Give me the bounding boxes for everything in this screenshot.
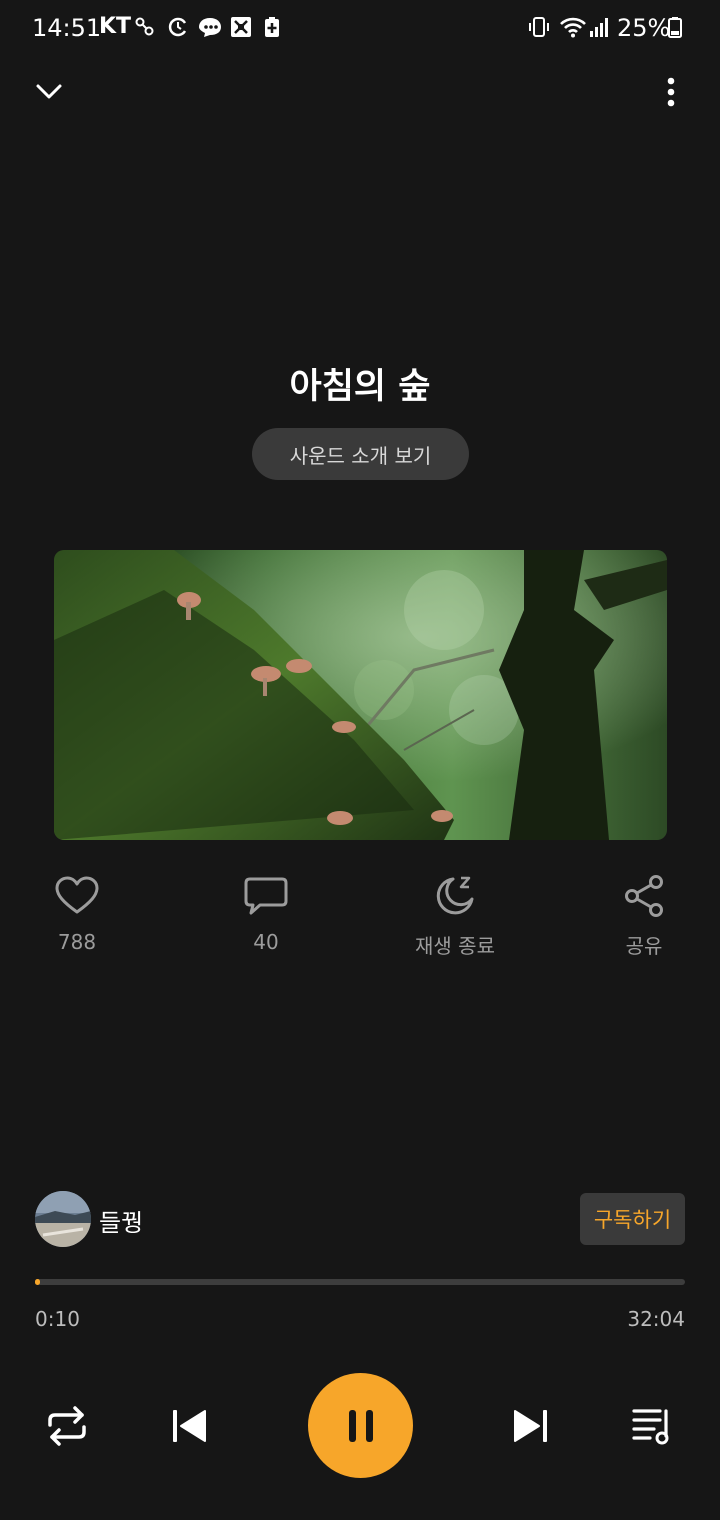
like-button[interactable]: 788	[17, 872, 137, 954]
like-count: 788	[57, 930, 97, 954]
comment-icon	[244, 877, 288, 915]
battery-icon	[668, 17, 682, 38]
collapse-button[interactable]	[28, 74, 70, 110]
photo-icon	[231, 17, 251, 37]
share-button[interactable]: 공유	[584, 872, 704, 959]
track-artwork	[54, 550, 667, 840]
pause-button[interactable]	[308, 1373, 413, 1478]
wifi-icon	[560, 17, 586, 38]
creator-avatar[interactable]	[35, 1191, 91, 1247]
skip-next-icon	[514, 1410, 547, 1442]
battery-percentage: 25%	[617, 14, 671, 42]
status-bar: 14:51 KT 25%	[0, 0, 720, 58]
sleep-timer-button[interactable]: 재생 종료	[395, 872, 515, 959]
creator-name[interactable]: 들꿩	[99, 1203, 143, 1238]
repeat-button[interactable]	[44, 1403, 90, 1449]
playlist-button[interactable]	[630, 1403, 676, 1449]
skip-previous-icon	[173, 1410, 206, 1442]
heart-icon	[55, 876, 99, 914]
key-icon	[135, 17, 154, 36]
chevron-down-icon	[36, 84, 62, 99]
battery-plus-icon	[265, 17, 279, 37]
more-vertical-icon	[667, 77, 675, 107]
sleep-timer-label: 재생 종료	[415, 934, 495, 958]
comment-button[interactable]: 40	[206, 872, 326, 954]
total-time: 32:04	[627, 1307, 685, 1331]
more-options-button[interactable]	[650, 70, 692, 114]
subscribe-button[interactable]: 구독하기	[580, 1193, 685, 1245]
track-title: 아침의 숲	[289, 367, 431, 407]
chat-icon	[199, 18, 221, 37]
comment-count: 40	[253, 930, 279, 954]
sound-intro-button[interactable]: 사운드 소개 보기	[252, 428, 469, 480]
progress-fill	[35, 1279, 40, 1285]
status-carrier: KT	[99, 14, 132, 39]
alarm-icon	[168, 17, 187, 37]
forest-artwork-image	[54, 550, 667, 840]
status-time: 14:51	[32, 14, 102, 42]
elapsed-time: 0:10	[35, 1307, 80, 1331]
pause-icon	[348, 1409, 373, 1442]
share-label: 공유	[625, 934, 663, 958]
repeat-icon	[48, 1406, 86, 1446]
next-track-button[interactable]	[508, 1403, 554, 1449]
moon-icon	[436, 876, 474, 915]
signal-icon	[590, 18, 608, 37]
progress-bar[interactable]	[35, 1279, 685, 1285]
share-icon	[625, 875, 663, 917]
playlist-icon	[632, 1409, 669, 1445]
previous-track-button[interactable]	[166, 1403, 212, 1449]
avatar-image	[35, 1191, 91, 1247]
vibrate-icon	[529, 17, 549, 37]
